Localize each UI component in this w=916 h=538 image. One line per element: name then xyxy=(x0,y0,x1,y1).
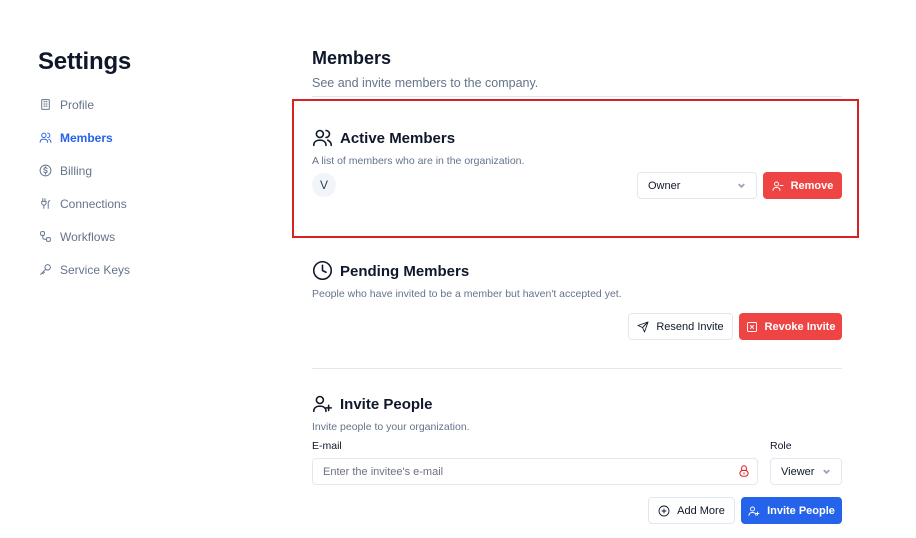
invite-people-button[interactable]: Invite People xyxy=(741,497,842,524)
building-icon xyxy=(38,98,52,112)
user-minus-icon xyxy=(772,180,784,192)
button-label: Add More xyxy=(677,504,725,517)
add-more-button[interactable]: Add More xyxy=(648,497,735,524)
sidebar-title: Settings xyxy=(38,48,132,75)
users-icon xyxy=(38,131,52,145)
user-plus-icon xyxy=(312,393,334,415)
header-divider xyxy=(312,96,842,97)
active-members-section: Active Members A list of members who are… xyxy=(312,127,842,199)
send-icon xyxy=(637,321,649,333)
sidebar-item-label: Members xyxy=(60,130,113,145)
selected-role: Viewer xyxy=(781,465,815,478)
sidebar-item-label: Service Keys xyxy=(60,262,131,277)
page-subtitle: See and invite members to the company. xyxy=(312,76,539,90)
invite-people-section: Invite People Invite people to your orga… xyxy=(312,393,842,434)
sidebar-item-workflows[interactable]: Workflows xyxy=(38,220,238,253)
settings-sidebar: Settings Profile Members Billing Connect… xyxy=(38,48,238,286)
chevron-down-icon xyxy=(822,467,831,476)
password-manager-icon[interactable] xyxy=(737,464,751,478)
clock-icon xyxy=(312,260,334,282)
button-label: Resend Invite xyxy=(656,320,724,333)
email-input[interactable] xyxy=(312,458,758,485)
user-plus-icon xyxy=(748,505,760,517)
section-description: A list of members who are in the organiz… xyxy=(312,155,525,167)
section-title: Invite People xyxy=(340,395,433,413)
role-label: Role xyxy=(770,440,792,452)
sidebar-item-members[interactable]: Members xyxy=(38,121,238,154)
sidebar-item-billing[interactable]: Billing xyxy=(38,154,238,187)
users-icon xyxy=(312,127,334,149)
sidebar-item-profile[interactable]: Profile xyxy=(38,88,238,121)
member-role-select[interactable]: Owner xyxy=(637,172,757,199)
workflow-icon xyxy=(38,230,52,244)
page-title: Members xyxy=(312,48,392,68)
button-label: Invite People xyxy=(767,504,835,517)
section-title: Pending Members xyxy=(340,262,470,280)
section-description: Invite people to your organization. xyxy=(312,421,470,433)
invite-role-select[interactable]: Viewer xyxy=(770,458,842,485)
pending-members-section: Pending Members People who have invited … xyxy=(312,260,842,300)
sidebar-item-connections[interactable]: Connections xyxy=(38,187,238,220)
members-page: Members See and invite members to the co… xyxy=(312,48,842,97)
sidebar-item-label: Profile xyxy=(60,97,95,112)
email-label: E-mail xyxy=(312,440,342,452)
member-row: V Owner Remove xyxy=(312,172,842,200)
remove-member-button[interactable]: Remove xyxy=(763,172,842,199)
plug-icon xyxy=(38,197,52,211)
highlight-box xyxy=(292,99,859,238)
section-divider xyxy=(312,368,842,369)
sidebar-item-label: Billing xyxy=(60,163,93,178)
sidebar-item-service-keys[interactable]: Service Keys xyxy=(38,253,238,286)
resend-invite-button[interactable]: Resend Invite xyxy=(628,313,733,340)
square-x-icon xyxy=(746,321,758,333)
sidebar-item-label: Connections xyxy=(60,196,127,211)
button-label: Remove xyxy=(790,179,834,192)
chevron-down-icon xyxy=(737,181,746,190)
dollar-icon xyxy=(38,164,52,178)
selected-role: Owner xyxy=(648,179,681,192)
sidebar-item-label: Workflows xyxy=(60,229,116,244)
avatar: V xyxy=(312,173,336,197)
revoke-invite-button[interactable]: Revoke Invite xyxy=(739,313,842,340)
section-description: People who have invited to be a member b… xyxy=(312,288,622,300)
key-icon xyxy=(38,263,52,277)
button-label: Revoke Invite xyxy=(764,320,836,333)
section-title: Active Members xyxy=(340,129,456,147)
plus-circle-icon xyxy=(658,505,670,517)
